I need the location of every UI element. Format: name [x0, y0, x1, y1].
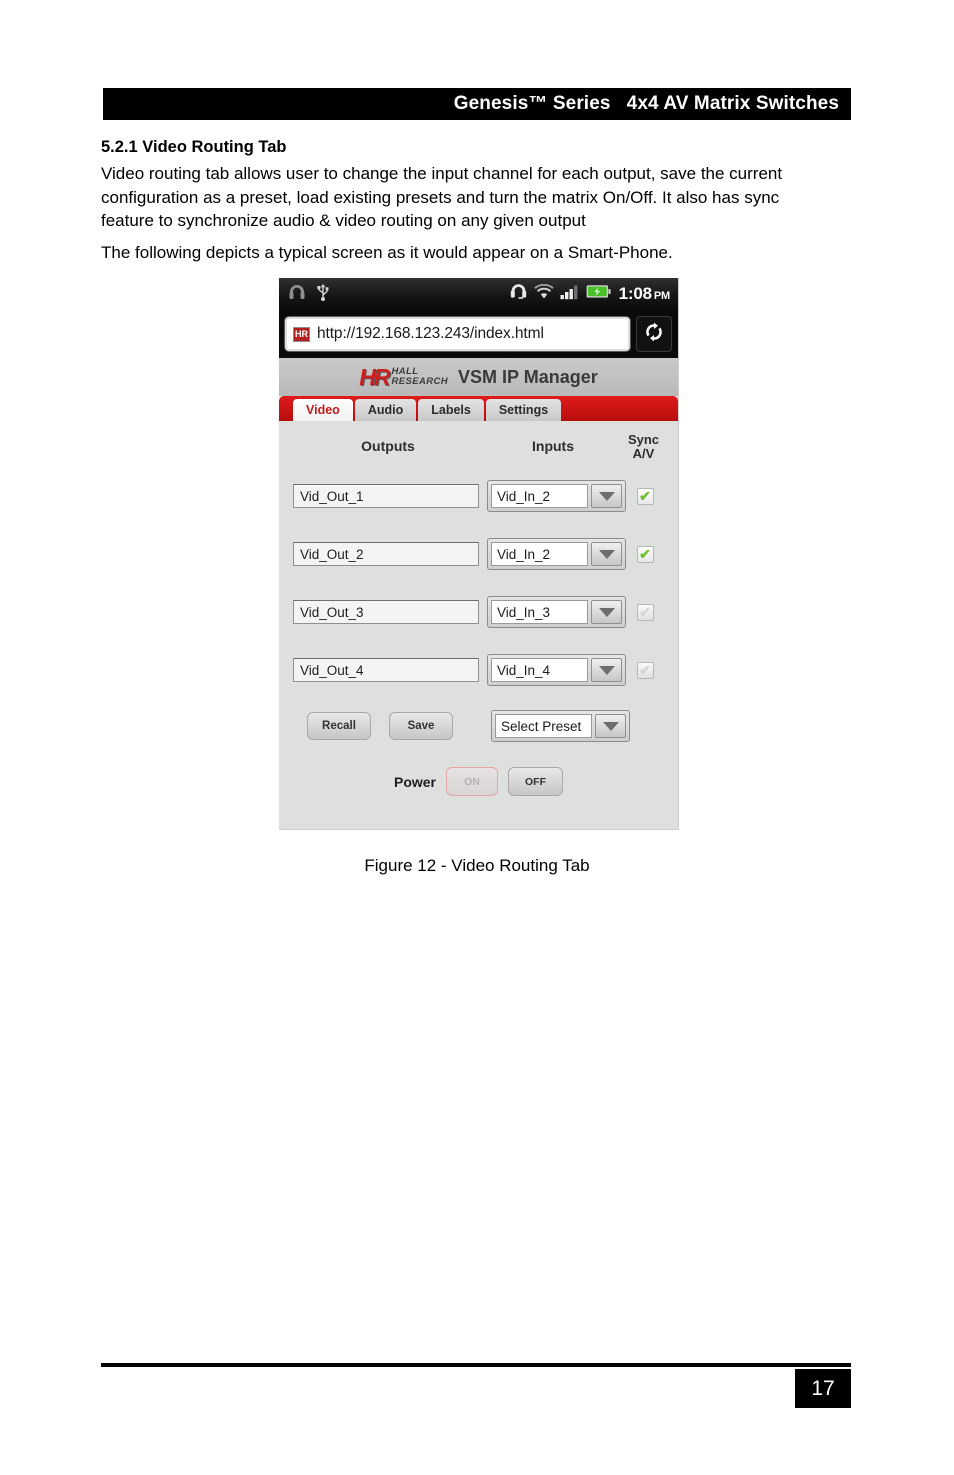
- input-select-3[interactable]: Vid_In_3: [487, 596, 626, 628]
- sync-checkbox-4[interactable]: ✔: [636, 661, 654, 679]
- sync-checkbox-2[interactable]: ✔: [636, 545, 654, 563]
- tab-strip: Video Audio Labels Settings: [279, 396, 678, 421]
- section-paragraph-2: The following depicts a typical screen a…: [101, 243, 673, 262]
- hr-logo-mark: HR: [359, 363, 390, 390]
- sync-header-line-1: Sync: [627, 432, 660, 447]
- signal-bars-icon: [560, 284, 580, 305]
- app-title: VSM IP Manager: [458, 366, 598, 387]
- sync-checkbox-3[interactable]: ✔: [636, 603, 654, 621]
- logo-line-2: RESEARCH: [391, 376, 449, 387]
- tab-labels[interactable]: Labels: [418, 399, 484, 421]
- output-name-field-3[interactable]: Vid_Out_3: [293, 600, 479, 624]
- input-value-4: Vid_In_4: [491, 658, 588, 682]
- section-heading: 5.2.1 Video Routing Tab: [101, 138, 287, 156]
- chevron-down-icon[interactable]: [591, 658, 622, 682]
- routing-row: Vid_Out_3 Vid_In_3 ✔: [293, 583, 664, 641]
- usb-icon: [315, 283, 331, 306]
- input-value-2: Vid_In_2: [491, 542, 588, 566]
- headphone-icon: [288, 284, 306, 305]
- output-name-field-1[interactable]: Vid_Out_1: [293, 484, 479, 508]
- check-icon: ✔: [639, 546, 651, 562]
- chevron-down-icon[interactable]: [595, 714, 626, 738]
- input-select-1[interactable]: Vid_In_2: [487, 480, 626, 512]
- tab-settings[interactable]: Settings: [485, 399, 562, 421]
- footer-divider: [101, 1363, 851, 1367]
- preset-controls: Recall Save Select Preset: [293, 699, 664, 749]
- hall-research-favicon-icon: HR: [293, 326, 310, 342]
- reload-button[interactable]: [636, 316, 672, 352]
- select-preset-dropdown[interactable]: Select Preset: [491, 710, 630, 742]
- routing-row: Vid_Out_4 Vid_In_4 ✔: [293, 641, 664, 699]
- sync-checkbox-1[interactable]: ✔: [636, 487, 654, 505]
- document-header-bar: Genesis™ Series 4x4 AV Matrix Switches: [103, 88, 851, 120]
- page-number-box: 17: [795, 1369, 851, 1408]
- column-header-sync-av: Sync A/V: [623, 433, 664, 461]
- url-input[interactable]: HR http://192.168.123.243/index.html: [285, 317, 630, 351]
- column-header-inputs: Inputs: [532, 438, 574, 454]
- routing-row: Vid_Out_1 Vid_In_2 ✔: [293, 467, 664, 525]
- section-paragraph-1: Video routing tab allows user to change …: [101, 164, 783, 230]
- select-preset-value: Select Preset: [495, 714, 592, 738]
- power-label: Power: [393, 773, 436, 790]
- tab-audio[interactable]: Audio: [354, 399, 417, 421]
- routing-row: Vid_Out_2 Vid_In_2 ✔: [293, 525, 664, 583]
- column-headers: Outputs Inputs Sync A/V: [293, 421, 664, 467]
- chevron-down-icon[interactable]: [591, 484, 622, 508]
- check-icon: ✔: [639, 488, 651, 504]
- app-brand-bar: HR HALL RESEARCH VSM IP Manager: [279, 358, 678, 396]
- hall-research-wordmark: HALL RESEARCH: [392, 367, 449, 387]
- figure-caption: Figure 12 - Video Routing Tab: [364, 856, 590, 875]
- url-text: http://192.168.123.243/index.html: [317, 325, 544, 342]
- status-bar-left-icons: [288, 283, 331, 306]
- chevron-down-icon[interactable]: [591, 542, 622, 566]
- battery-charging-icon: [586, 284, 611, 304]
- sync-header-line-2: A/V: [632, 446, 655, 461]
- browser-url-bar: HR http://192.168.123.243/index.html: [279, 310, 678, 358]
- input-value-1: Vid_In_2: [491, 484, 588, 508]
- wifi-icon: [533, 283, 554, 305]
- check-icon: ✔: [639, 604, 651, 620]
- hall-research-logo: HR HALL RESEARCH: [359, 363, 449, 390]
- reload-icon: [642, 320, 666, 349]
- input-select-2[interactable]: Vid_In_2: [487, 538, 626, 570]
- power-on-button[interactable]: ON: [446, 767, 498, 796]
- status-bar-clock: 1:08 PM: [618, 284, 671, 304]
- power-controls: Power ON OFF: [293, 749, 664, 796]
- recall-button[interactable]: Recall: [307, 712, 371, 740]
- column-header-outputs: Outputs: [361, 438, 415, 454]
- status-bar-time: 1:08: [618, 284, 652, 303]
- tab-video[interactable]: Video: [293, 399, 353, 421]
- sync-cell-2: ✔: [626, 545, 664, 563]
- headset-icon: [509, 283, 528, 305]
- sync-cell-3: ✔: [626, 603, 664, 621]
- page-number: 17: [811, 1376, 835, 1400]
- phone-screenshot-figure: 1:08 PM HR http://192.168.123.243/index.h…: [279, 278, 679, 830]
- check-icon: ✔: [639, 662, 651, 678]
- input-value-3: Vid_In_3: [491, 600, 588, 624]
- output-name-field-2[interactable]: Vid_Out_2: [293, 542, 479, 566]
- status-bar-ampm: PM: [653, 290, 670, 302]
- android-status-bar: 1:08 PM: [279, 278, 678, 310]
- status-bar-right-icons: 1:08 PM: [509, 278, 670, 310]
- input-select-4[interactable]: Vid_In_4: [487, 654, 626, 686]
- video-routing-panel: Outputs Inputs Sync A/V Vid_Out_1 Vid_In…: [279, 421, 678, 829]
- power-off-button[interactable]: OFF: [508, 767, 563, 796]
- output-name-field-4[interactable]: Vid_Out_4: [293, 658, 479, 682]
- sync-cell-4: ✔: [626, 661, 664, 679]
- sync-cell-1: ✔: [626, 487, 664, 505]
- document-header-title: Genesis™ Series 4x4 AV Matrix Switches: [453, 93, 839, 114]
- chevron-down-icon[interactable]: [591, 600, 622, 624]
- save-button[interactable]: Save: [389, 712, 453, 740]
